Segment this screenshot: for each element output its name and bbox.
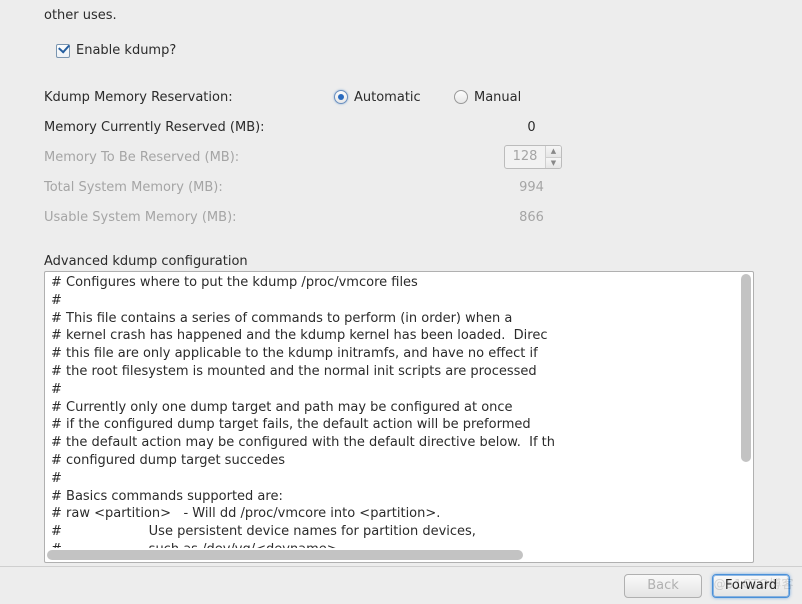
memory-to-be-reserved-label: Memory To Be Reserved (MB): — [44, 150, 334, 165]
horizontal-scroll-thumb[interactable] — [47, 550, 523, 560]
forward-button[interactable]: Forward — [712, 574, 790, 598]
back-button: Back — [624, 574, 702, 598]
usable-system-memory-value: 866 — [504, 210, 559, 225]
vertical-scroll-thumb[interactable] — [741, 274, 751, 462]
memory-to-be-reserved-spinbox: 128 ▲ ▼ — [504, 145, 562, 169]
memory-to-be-reserved-row: Memory To Be Reserved (MB): 128 ▲ ▼ — [44, 142, 758, 172]
memory-currently-reserved-label: Memory Currently Reserved (MB): — [44, 120, 334, 135]
reservation-manual-col: Manual — [454, 90, 564, 105]
advanced-config-text[interactable]: # Configures where to put the kdump /pro… — [51, 274, 739, 548]
spin-up-icon: ▲ — [546, 146, 561, 157]
spin-buttons: ▲ ▼ — [545, 146, 561, 168]
advanced-config-textarea[interactable]: # Configures where to put the kdump /pro… — [44, 271, 754, 563]
memory-to-be-reserved-value: 128 — [505, 146, 545, 168]
content-area: other uses. Enable kdump? Kdump Memory R… — [0, 0, 802, 563]
total-system-memory-label: Total System Memory (MB): — [44, 180, 334, 195]
enable-kdump-checkbox[interactable] — [56, 44, 70, 58]
enable-kdump-label: Enable kdump? — [76, 43, 176, 58]
radio-manual-label: Manual — [474, 90, 521, 105]
memory-to-be-reserved-control: 128 ▲ ▼ — [504, 145, 562, 169]
memory-reservation-label: Kdump Memory Reservation: — [44, 90, 334, 105]
enable-kdump-row: Enable kdump? — [56, 43, 758, 58]
kdump-config-page: other uses. Enable kdump? Kdump Memory R… — [0, 0, 802, 604]
spin-down-icon: ▼ — [546, 157, 561, 169]
total-system-memory-row: Total System Memory (MB): 994 — [44, 172, 758, 202]
reservation-controls: Automatic — [334, 90, 454, 105]
usable-system-memory-row: Usable System Memory (MB): 866 — [44, 202, 758, 232]
memory-reservation-row: Kdump Memory Reservation: Automatic Manu… — [44, 82, 758, 112]
advanced-config-title: Advanced kdump configuration — [44, 254, 758, 269]
footer-bar: Back Forward — [0, 566, 802, 604]
intro-text-fragment: other uses. — [44, 8, 758, 23]
total-system-memory-value: 994 — [504, 180, 559, 195]
memory-currently-reserved-value: 0 — [504, 120, 559, 135]
radio-manual[interactable] — [454, 90, 468, 104]
horizontal-scrollbar[interactable] — [47, 550, 739, 560]
usable-system-memory-label: Usable System Memory (MB): — [44, 210, 334, 225]
memory-currently-reserved-row: Memory Currently Reserved (MB): 0 — [44, 112, 758, 142]
radio-automatic[interactable] — [334, 90, 348, 104]
vertical-scrollbar[interactable] — [741, 274, 751, 548]
radio-automatic-label: Automatic — [354, 90, 421, 105]
